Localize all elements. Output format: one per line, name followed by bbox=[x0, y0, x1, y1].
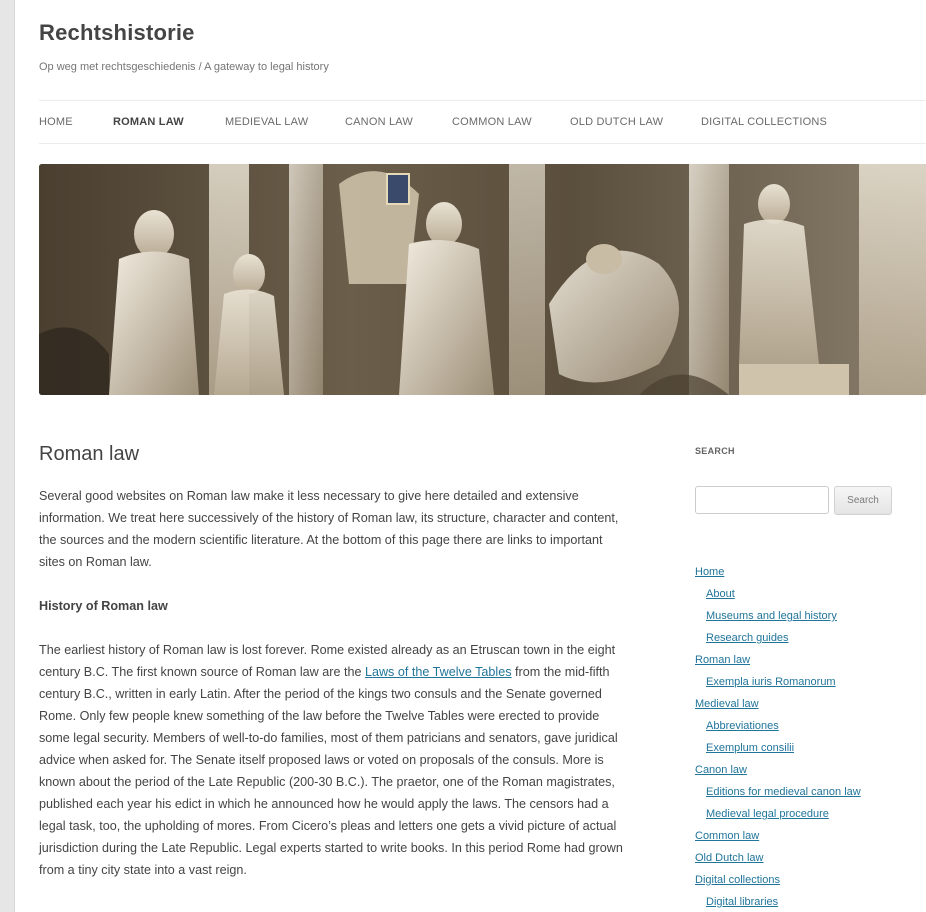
page-link-medieval-law[interactable]: Medieval law bbox=[695, 693, 925, 715]
page-link-editions[interactable]: Editions for medieval canon law bbox=[695, 781, 925, 803]
page-link-common-law[interactable]: Common law bbox=[695, 825, 925, 847]
search-widget-title: SEARCH bbox=[695, 446, 735, 456]
main-navigation: HOME ROMAN LAW MEDIEVAL LAW CANON LAW CO… bbox=[39, 100, 926, 144]
section-heading: History of Roman law bbox=[39, 599, 168, 613]
page-link-home[interactable]: Home bbox=[695, 561, 925, 583]
page-title: Roman law bbox=[39, 443, 140, 465]
search-button[interactable]: Search bbox=[834, 486, 892, 515]
page-link-canon-law[interactable]: Canon law bbox=[695, 759, 925, 781]
nav-item-canon-law[interactable]: CANON LAW bbox=[345, 116, 413, 128]
intro-paragraph: Several good websites on Roman law make … bbox=[39, 489, 619, 569]
page-link-abbreviationes[interactable]: Abbreviationes bbox=[695, 715, 925, 737]
page-link-exemplum-consilii[interactable]: Exemplum consilii bbox=[695, 737, 925, 759]
header-banner-image bbox=[39, 164, 926, 395]
sculpture-photo-illustration bbox=[39, 164, 926, 395]
page-link-old-dutch-law[interactable]: Old Dutch law bbox=[695, 847, 925, 869]
article-content: Several good websites on Roman law make … bbox=[39, 485, 629, 903]
nav-item-medieval-law[interactable]: MEDIEVAL LAW bbox=[225, 116, 308, 128]
page-link-legal-procedure[interactable]: Medieval legal procedure bbox=[695, 803, 925, 825]
page-link-digital-libraries[interactable]: Digital libraries bbox=[695, 891, 925, 912]
site-description: Op weg met rechtsgeschiedenis / A gatewa… bbox=[39, 61, 329, 73]
page: Rechtshistorie Op weg met rechtsgeschied… bbox=[14, 0, 926, 912]
history-paragraph: The earliest history of Roman law is los… bbox=[39, 639, 629, 881]
nav-item-home[interactable]: HOME bbox=[39, 116, 73, 128]
pages-widget: Home About Museums and legal history Res… bbox=[695, 561, 925, 912]
site-title[interactable]: Rechtshistorie bbox=[39, 20, 195, 46]
search-input[interactable] bbox=[695, 486, 829, 514]
page-link-about[interactable]: About bbox=[695, 583, 925, 605]
nav-item-roman-law[interactable]: ROMAN LAW bbox=[113, 116, 184, 128]
nav-item-common-law[interactable]: COMMON LAW bbox=[452, 116, 532, 128]
page-link-exempla[interactable]: Exempla iuris Romanorum bbox=[695, 671, 925, 693]
nav-item-digital-collections[interactable]: DIGITAL COLLECTIONS bbox=[701, 116, 827, 128]
page-link-research-guides[interactable]: Research guides bbox=[695, 627, 925, 649]
page-link-roman-law[interactable]: Roman law bbox=[695, 649, 925, 671]
nav-item-old-dutch-law[interactable]: OLD DUTCH LAW bbox=[570, 116, 663, 128]
history-text-end: from the mid-fifth century B.C., written… bbox=[39, 665, 623, 877]
page-link-digital-collections[interactable]: Digital collections bbox=[695, 869, 925, 891]
page-link-museums[interactable]: Museums and legal history bbox=[695, 605, 925, 627]
twelve-tables-link[interactable]: Laws of the Twelve Tables bbox=[365, 665, 512, 679]
